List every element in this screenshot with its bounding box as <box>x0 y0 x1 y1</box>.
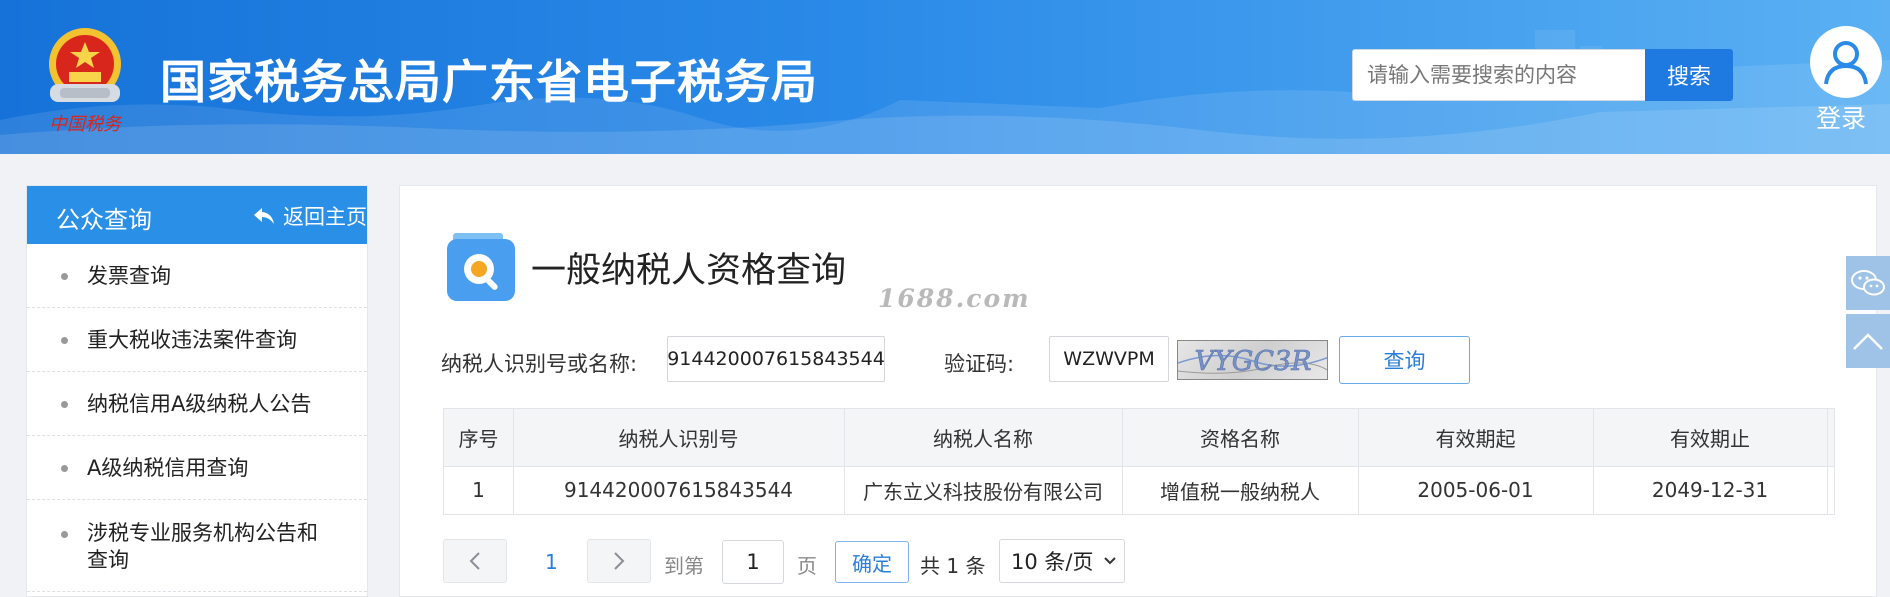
cell-index: 1 <box>472 478 485 502</box>
header-cell-qualification: 资格名称 <box>1200 427 1280 451</box>
login-link[interactable]: 登录 <box>1816 99 1866 135</box>
page-title: 一般纳税人资格查询 <box>531 251 847 291</box>
cell-valid-to: 2049-12-31 <box>1651 478 1769 502</box>
wechat-icon <box>1851 270 1885 296</box>
back-to-top-button[interactable] <box>1846 314 1890 368</box>
header-cell-valid-from: 有效期起 <box>1435 427 1516 451</box>
goto-label: 到第 <box>664 554 704 578</box>
page-size-value: 10 条/页 <box>1011 550 1094 574</box>
wechat-float-button[interactable] <box>1846 256 1890 310</box>
query-button[interactable]: 查询 <box>1339 336 1470 384</box>
captcha-label: 验证码: <box>944 352 1015 376</box>
sidebar-item-a-level-credit-query[interactable]: A级纳税信用查询 <box>27 436 367 500</box>
results-table: 序号 纳税人识别号 纳税人名称 资格名称 有效期起 有效期止 1 9144200… <box>443 408 1835 515</box>
search-input[interactable] <box>1353 50 1645 100</box>
sidebar-item-label: 纳税信用A级纳税人公告 <box>87 392 312 416</box>
goto-page-input[interactable]: 1 <box>722 540 784 584</box>
sidebar-item-label: A级纳税信用查询 <box>87 456 249 480</box>
national-emblem-logo: 中国税务 <box>49 28 123 135</box>
site-header: 中国税务 国家税务总局广东省电子税务局 搜索 登录 <box>0 0 1890 154</box>
header-cell-taxpayer-id: 纳税人识别号 <box>618 427 739 451</box>
chevron-left-icon <box>469 552 480 570</box>
svg-text:中国税务: 中国税务 <box>49 114 123 135</box>
total-count-text: 共 1 条 <box>920 554 986 578</box>
page-suffix-label: 页 <box>797 554 817 578</box>
captcha-input[interactable]: WZWVPM <box>1049 336 1169 382</box>
svg-text:VYGC3R: VYGC3R <box>1194 346 1311 377</box>
goto-confirm-button[interactable]: 确定 <box>835 541 909 583</box>
bullet-icon <box>61 465 68 472</box>
header-cell-taxpayer-name: 纳税人名称 <box>933 427 1033 451</box>
sidebar-item-label: 发票查询 <box>87 264 171 288</box>
watermark-text: 1688.com <box>878 284 1031 313</box>
taxpayer-id-input[interactable]: 914420007615843544 <box>667 336 885 382</box>
cell-taxpayer-id: 914420007615843544 <box>563 478 794 502</box>
next-page-button[interactable] <box>587 539 651 583</box>
back-home-label: 返回主页 <box>283 205 367 229</box>
cell-valid-from: 2005-06-01 <box>1417 478 1534 502</box>
captcha-image[interactable]: VYGC3R <box>1177 340 1328 380</box>
bullet-icon <box>61 401 68 408</box>
sidebar-item-tax-service-agencies[interactable]: 涉税专业服务机构公告和查询 <box>27 500 367 592</box>
user-avatar[interactable] <box>1810 26 1882 98</box>
chevron-right-icon <box>614 552 625 570</box>
chevron-up-icon <box>1853 333 1883 350</box>
sidebar-item-label: 涉税专业服务机构公告和查询 <box>87 521 318 572</box>
chevron-down-icon <box>1104 557 1117 565</box>
bullet-icon <box>61 531 68 538</box>
user-icon <box>1824 41 1868 85</box>
header-search: 搜索 <box>1352 49 1733 101</box>
sidebar-item-a-level-announcement[interactable]: 纳税信用A级纳税人公告 <box>27 372 367 436</box>
sidebar: 公众查询 返回主页 发票查询 重大税收违法案件查询 纳税信用A级纳税人公告 A级… <box>26 185 368 597</box>
bullet-icon <box>61 337 68 344</box>
captcha-graphic: VYGC3R <box>1178 346 1327 377</box>
sidebar-header: 公众查询 返回主页 <box>27 186 367 244</box>
column-divider <box>1827 409 1828 514</box>
return-arrow-icon <box>254 208 274 224</box>
cell-qualification: 增值税一般纳税人 <box>1160 479 1320 504</box>
page-size-select[interactable]: 10 条/页 <box>999 539 1125 583</box>
site-title: 国家税务总局广东省电子税务局 <box>160 55 818 109</box>
taxpayer-label: 纳税人识别号或名称: <box>441 352 638 376</box>
sidebar-item-invoice-query[interactable]: 发票查询 <box>27 244 367 308</box>
back-home-link[interactable]: 返回主页 <box>253 201 367 231</box>
bullet-icon <box>61 273 68 280</box>
sidebar-item-tax-violation-cases[interactable]: 重大税收违法案件查询 <box>27 308 367 372</box>
header-cell-valid-to: 有效期止 <box>1670 427 1750 451</box>
header-cell-index: 序号 <box>458 427 499 451</box>
query-page-icon <box>447 233 515 301</box>
sidebar-title: 公众查询 <box>56 206 152 234</box>
sidebar-item-label: 重大税收违法案件查询 <box>87 328 297 352</box>
prev-page-button[interactable] <box>443 539 507 583</box>
cell-taxpayer-name: 广东立义科技股份有限公司 <box>863 479 1103 504</box>
current-page-number[interactable]: 1 <box>545 550 558 574</box>
search-button[interactable]: 搜索 <box>1645 49 1733 101</box>
